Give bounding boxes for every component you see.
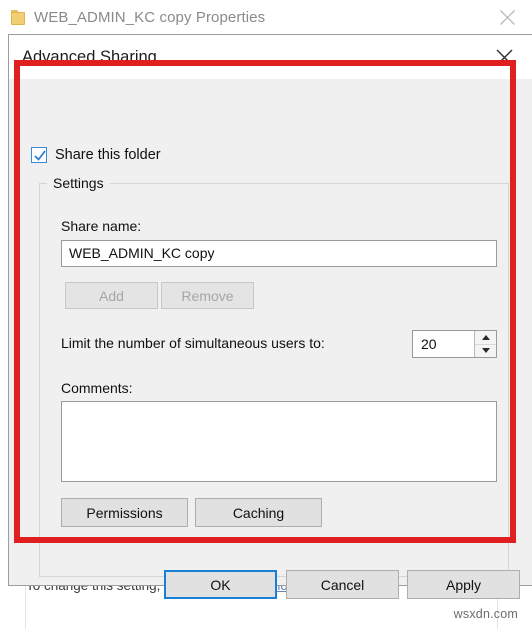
apply-button[interactable]: Apply bbox=[407, 570, 520, 599]
close-icon bbox=[495, 48, 514, 67]
spinner-buttons bbox=[474, 331, 496, 357]
ok-button[interactable]: OK bbox=[164, 570, 277, 599]
folder-icon bbox=[11, 9, 25, 25]
caching-button[interactable]: Caching bbox=[195, 498, 322, 527]
user-limit-label: Limit the number of simultaneous users t… bbox=[61, 335, 325, 351]
add-button[interactable]: Add bbox=[65, 282, 158, 309]
spinner-increment-button[interactable] bbox=[475, 331, 496, 345]
close-icon bbox=[499, 9, 516, 26]
share-this-folder-checkbox[interactable] bbox=[31, 147, 47, 163]
remove-button[interactable]: Remove bbox=[161, 282, 254, 309]
dialog-content: Share this folder Settings Share name: W… bbox=[9, 79, 532, 599]
advanced-sharing-dialog: Advanced Sharing Share this folder Setti… bbox=[8, 34, 532, 599]
watermark: wsxdn.com bbox=[453, 607, 518, 621]
cancel-button[interactable]: Cancel bbox=[286, 570, 399, 599]
share-name-label: Share name: bbox=[61, 218, 142, 234]
properties-close-button[interactable] bbox=[490, 3, 524, 31]
checkmark-icon bbox=[34, 150, 46, 161]
user-limit-value[interactable]: 20 bbox=[413, 331, 474, 357]
dialog-title: Advanced Sharing bbox=[22, 47, 157, 66]
comments-textarea[interactable] bbox=[61, 401, 497, 482]
dialog-close-button[interactable] bbox=[486, 43, 522, 71]
dialog-titlebar: Advanced Sharing bbox=[9, 35, 532, 79]
permissions-button[interactable]: Permissions bbox=[61, 498, 188, 527]
user-limit-spinner[interactable]: 20 bbox=[412, 330, 497, 358]
share-name-input[interactable]: WEB_ADMIN_KC copy bbox=[61, 240, 497, 267]
comments-label: Comments: bbox=[61, 380, 133, 396]
share-this-folder-label: Share this folder bbox=[55, 147, 161, 163]
spinner-decrement-button[interactable] bbox=[475, 345, 496, 358]
share-this-folder-row[interactable]: Share this folder bbox=[31, 147, 161, 163]
chevron-down-icon bbox=[481, 348, 490, 354]
chevron-up-icon bbox=[481, 334, 490, 340]
settings-groupbox-title: Settings bbox=[47, 175, 110, 191]
properties-titlebar: WEB_ADMIN_KC copy Properties bbox=[0, 0, 532, 34]
properties-window-title: WEB_ADMIN_KC copy Properties bbox=[34, 8, 266, 26]
